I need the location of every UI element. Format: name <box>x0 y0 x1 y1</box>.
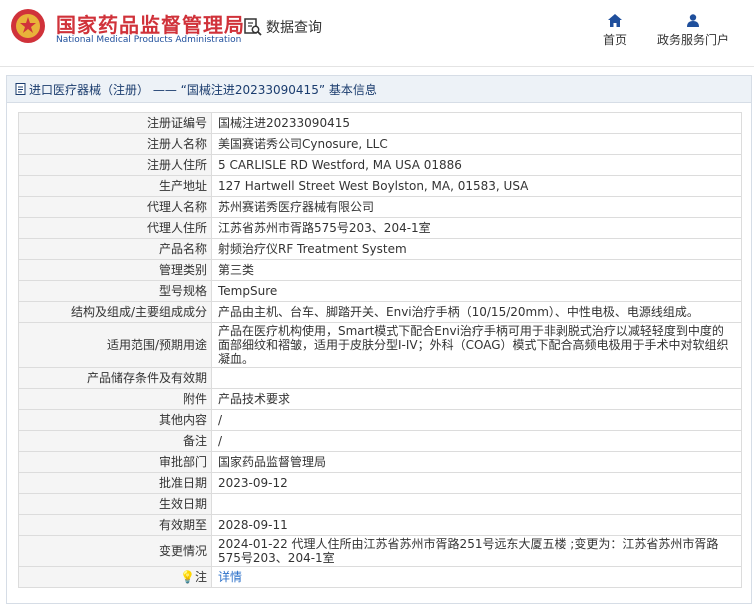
table-row: 备注 / <box>18 430 742 452</box>
field-label: 批准日期 <box>18 472 212 494</box>
table-row: 结构及组成/主要组成成分 产品由主机、台车、脚踏开关、Envi治疗手柄（10/15… <box>18 301 742 323</box>
field-value: / <box>211 430 742 452</box>
header-divider <box>0 66 754 67</box>
field-label: 代理人住所 <box>18 217 212 239</box>
field-value: 产品在医疗机构使用，Smart模式下配合Envi治疗手柄可用于非剥脱式治疗以减轻… <box>211 322 742 368</box>
field-label: 代理人名称 <box>18 196 212 218</box>
breadcrumb-text: 进口医疗器械（注册） —— “国械注进20233090415” 基本信息 <box>29 82 377 97</box>
table-row: 批准日期 2023-09-12 <box>18 472 742 494</box>
field-value: 国家药品监督管理局 <box>211 451 742 473</box>
table-row: 生效日期 <box>18 493 742 515</box>
field-value: 产品由主机、台车、脚踏开关、Envi治疗手柄（10/15/20mm）、中性电极、… <box>211 301 742 323</box>
table-row: 代理人住所 江苏省苏州市胥路575号203、204-1室 <box>18 217 742 239</box>
field-value: 2024-01-22 代理人住所由江苏省苏州市胥路251号远东大厦五楼 ;变更为… <box>211 535 742 567</box>
field-label: 附件 <box>18 388 212 410</box>
field-value: TempSure <box>211 280 742 302</box>
field-label: 变更情况 <box>18 535 212 567</box>
table-row: 型号规格 TempSure <box>18 280 742 302</box>
field-label: 审批部门 <box>18 451 212 473</box>
note-label-cell: 💡注 <box>18 566 212 588</box>
field-value: 产品技术要求 <box>211 388 742 410</box>
brand-title[interactable]: 国家药品监督管理局 <box>56 9 245 38</box>
table-row: 变更情况 2024-01-22 代理人住所由江苏省苏州市胥路251号远东大厦五楼 … <box>18 535 742 567</box>
table-row: 管理类别 第三类 <box>18 259 742 281</box>
nav-home[interactable]: 首页 <box>603 14 627 48</box>
table-row: 产品名称 射频治疗仪RF Treatment System <box>18 238 742 260</box>
table-row: 代理人名称 苏州赛诺秀医疗器械有限公司 <box>18 196 742 218</box>
field-label: 注册人住所 <box>18 154 212 176</box>
field-value <box>211 493 742 515</box>
field-value: 射频治疗仪RF Treatment System <box>211 238 742 260</box>
field-value: 江苏省苏州市胥路575号203、204-1室 <box>211 217 742 239</box>
table-row: 注册证编号 国械注进20233090415 <box>18 112 742 134</box>
home-icon <box>608 14 622 27</box>
site-header: 国家药品监督管理局 National Medical Products Admi… <box>0 0 754 66</box>
table-row: 注册人名称 美国赛诺秀公司Cynosure, LLC <box>18 133 742 155</box>
table-row: 附件 产品技术要求 <box>18 388 742 410</box>
detail-table: 注册证编号 国械注进20233090415 注册人名称 美国赛诺秀公司Cynosur… <box>18 112 742 588</box>
detail-panel: 进口医疗器械（注册） —— “国械注进20233090415” 基本信息 注册证… <box>6 75 752 604</box>
field-label: 注 <box>194 570 207 584</box>
table-row: 适用范围/预期用途 产品在医疗机构使用，Smart模式下配合Envi治疗手柄可用于… <box>18 322 742 368</box>
field-label: 产品名称 <box>18 238 212 260</box>
note-value-cell: 详情 <box>211 566 742 588</box>
field-value <box>211 367 742 389</box>
user-icon <box>687 14 699 27</box>
field-label: 管理类别 <box>18 259 212 281</box>
table-row: 💡注 详情 <box>18 566 742 588</box>
field-value: 美国赛诺秀公司Cynosure, LLC <box>211 133 742 155</box>
data-query-label: 数据查询 <box>266 20 322 36</box>
field-value: 2028-09-11 <box>211 514 742 536</box>
field-label: 注册人名称 <box>18 133 212 155</box>
table-row: 产品储存条件及有效期 <box>18 367 742 389</box>
field-label: 生产地址 <box>18 175 212 197</box>
field-value: / <box>211 409 742 431</box>
national-emblem-icon <box>11 9 45 43</box>
field-label: 备注 <box>18 430 212 452</box>
field-value: 国械注进20233090415 <box>211 112 742 134</box>
bulb-icon: 💡 <box>180 570 195 584</box>
field-label: 结构及组成/主要组成成分 <box>18 301 212 323</box>
nav-service-portal-label: 政务服务门户 <box>657 33 730 47</box>
nav-home-label: 首页 <box>603 33 628 47</box>
field-value: 127 Hartwell Street West Boylston, MA, 0… <box>211 175 742 197</box>
details-link[interactable]: 详情 <box>218 570 242 584</box>
search-document-icon <box>244 18 262 36</box>
nav-service-portal[interactable]: 政务服务门户 <box>657 14 729 48</box>
document-icon <box>15 83 26 95</box>
field-label: 有效期至 <box>18 514 212 536</box>
field-value: 第三类 <box>211 259 742 281</box>
field-label: 生效日期 <box>18 493 212 515</box>
table-row: 注册人住所 5 CARLISLE RD Westford, MA USA 0188… <box>18 154 742 176</box>
field-value: 5 CARLISLE RD Westford, MA USA 01886 <box>211 154 742 176</box>
data-query-link[interactable]: 数据查询 <box>243 17 322 37</box>
field-label: 适用范围/预期用途 <box>18 322 212 368</box>
breadcrumb: 进口医疗器械（注册） —— “国械注进20233090415” 基本信息 <box>7 76 751 103</box>
field-value: 苏州赛诺秀医疗器械有限公司 <box>211 196 742 218</box>
table-row: 审批部门 国家药品监督管理局 <box>18 451 742 473</box>
table-row: 生产地址 127 Hartwell Street West Boylston, M… <box>18 175 742 197</box>
field-value: 2023-09-12 <box>211 472 742 494</box>
field-label: 型号规格 <box>18 280 212 302</box>
brand-subtitle: National Medical Products Administration <box>56 35 242 45</box>
table-row: 有效期至 2028-09-11 <box>18 514 742 536</box>
field-label: 其他内容 <box>18 409 212 431</box>
table-row: 其他内容 / <box>18 409 742 431</box>
field-label: 产品储存条件及有效期 <box>18 367 212 389</box>
field-label: 注册证编号 <box>18 112 212 134</box>
